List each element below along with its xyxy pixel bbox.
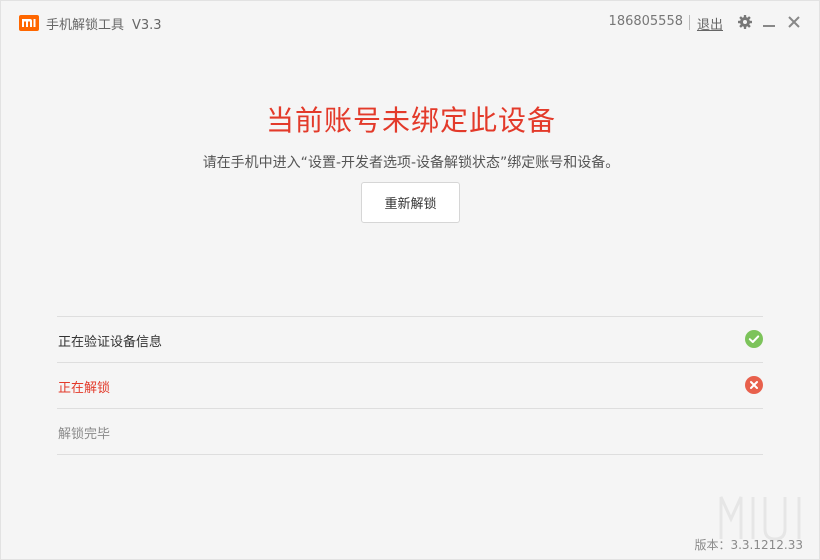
check-circle-icon [745, 330, 763, 348]
mi-logo-icon [19, 15, 39, 31]
unlock-steps-list: 正在验证设备信息 正在解锁 解锁完毕 [57, 316, 763, 455]
step-unlocking: 正在解锁 [57, 363, 763, 409]
step-verify-device: 正在验证设备信息 [57, 317, 763, 363]
status-title: 当前账号未绑定此设备 [265, 104, 556, 137]
logout-link[interactable]: 退出 [697, 14, 723, 33]
minimize-icon[interactable] [760, 13, 778, 31]
close-icon[interactable] [785, 13, 803, 31]
step-label: 解锁完毕 [58, 427, 111, 442]
separator [689, 15, 690, 30]
error-circle-icon [745, 376, 763, 394]
retry-unlock-button[interactable]: 重新解锁 [361, 182, 460, 223]
version-footer: 版本：3.3.1212.33 [694, 538, 803, 552]
gear-icon[interactable] [736, 13, 754, 31]
unlock-tool-window: 手机解锁工具 V3.3 186805558 退出 当前账号未绑定此设备 请在手机中… [0, 0, 820, 560]
step-unlock-complete: 解锁完毕 [57, 409, 763, 455]
step-label: 正在验证设备信息 [58, 335, 163, 350]
app-title: 手机解锁工具 V3.3 [46, 14, 162, 33]
app-version: V3.3 [132, 18, 162, 33]
app-name: 手机解锁工具 [46, 18, 125, 33]
status-description: 请在手机中进入“设置-开发者选项-设备解锁状态”绑定账号和设备。 [202, 155, 620, 171]
title-bar: 手机解锁工具 V3.3 186805558 退出 [1, 1, 819, 45]
step-label: 正在解锁 [58, 381, 111, 396]
account-id: 186805558 [608, 14, 683, 29]
